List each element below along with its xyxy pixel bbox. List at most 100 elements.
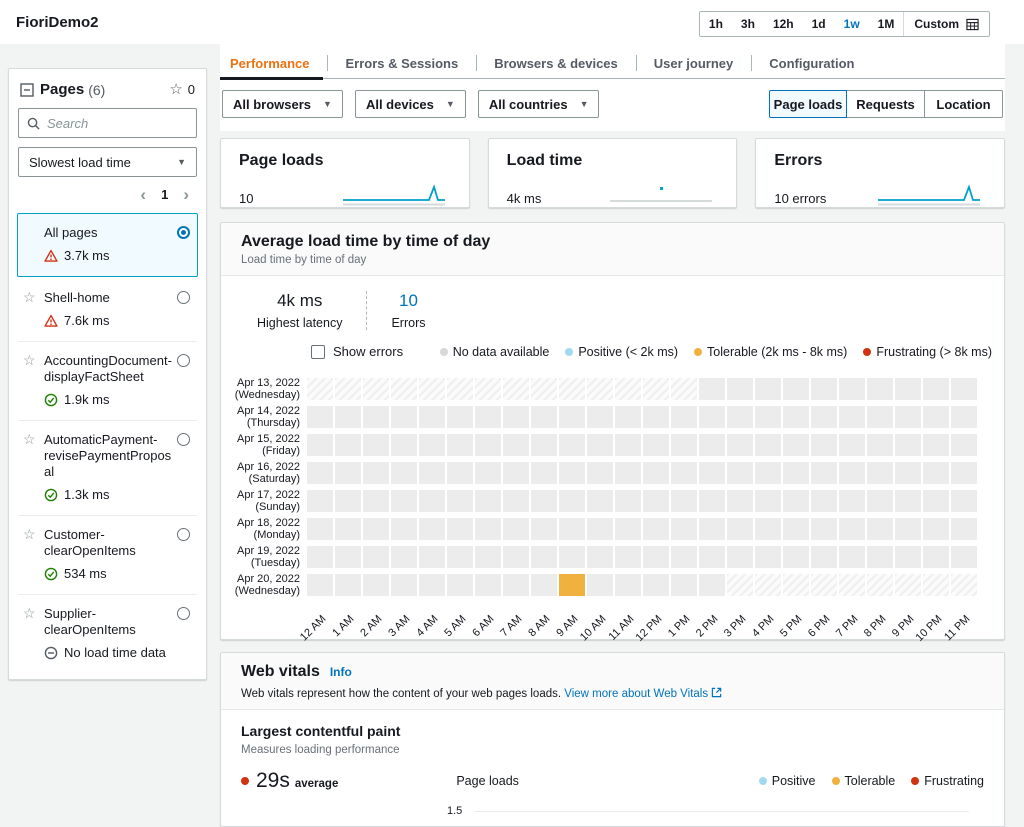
heatmap-cell[interactable] [811,574,837,596]
star-icon[interactable]: ☆ [23,526,36,543]
heatmap-cell[interactable] [755,518,781,540]
page-list-item-customer-clearopenitems[interactable]: ☆Customer-clearOpenItems534 ms [18,515,197,594]
radio-button[interactable] [177,433,190,446]
heatmap-cell[interactable] [755,574,781,596]
heatmap-cell[interactable] [811,434,837,456]
heatmap-cell[interactable] [923,546,949,568]
heatmap-cell[interactable] [867,490,893,512]
heatmap-cell[interactable] [531,462,557,484]
heatmap-cell[interactable] [895,490,921,512]
heatmap-cell[interactable] [475,546,501,568]
heatmap-cell[interactable] [783,490,809,512]
heatmap-cell[interactable] [643,490,669,512]
heatmap-cell[interactable] [895,406,921,428]
heatmap-cell[interactable] [727,574,753,596]
heatmap-cell[interactable] [559,518,585,540]
filter-dropdown-all-devices[interactable]: All devices▼ [355,90,466,118]
heatmap-cell[interactable] [559,406,585,428]
heatmap-cell[interactable] [419,546,445,568]
heatmap-cell[interactable] [559,574,585,596]
heatmap-cell[interactable] [363,490,389,512]
page-list-item-shell-home[interactable]: ☆Shell-home7.6k ms [18,279,197,341]
heatmap-cell[interactable] [475,462,501,484]
heatmap-cell[interactable] [727,490,753,512]
heatmap-cell[interactable] [867,434,893,456]
heatmap-cell[interactable] [895,518,921,540]
heatmap-cell[interactable] [587,518,613,540]
heatmap-cell[interactable] [391,462,417,484]
heatmap-cell[interactable] [307,378,333,400]
time-range-1m[interactable]: 1M [869,12,904,36]
heatmap-cell[interactable] [643,406,669,428]
heatmap-cell[interactable] [951,574,977,596]
heatmap-cell[interactable] [475,434,501,456]
heatmap-cell[interactable] [307,518,333,540]
heatmap-cell[interactable] [587,406,613,428]
heatmap-cell[interactable] [923,378,949,400]
heatmap-cell[interactable] [811,406,837,428]
heatmap-cell[interactable] [503,406,529,428]
heatmap-cell[interactable] [363,546,389,568]
page-list-item-all-pages[interactable]: All pages3.7k ms [17,213,198,277]
heatmap-cell[interactable] [363,462,389,484]
star-icon[interactable]: ☆ [23,605,36,622]
web-vitals-external-link[interactable]: View more about Web Vitals [564,688,708,700]
heatmap-cell[interactable] [615,434,641,456]
heatmap-cell[interactable] [755,406,781,428]
heatmap-cell[interactable] [419,378,445,400]
heatmap-cell[interactable] [783,518,809,540]
heatmap-cell[interactable] [839,462,865,484]
heatmap-cell[interactable] [727,546,753,568]
heatmap-cell[interactable] [671,434,697,456]
page-list-item-accountingdocument-displayfactsheet[interactable]: ☆AccountingDocument-displayFactSheet1.9k… [18,341,197,420]
heatmap-cell[interactable] [699,574,725,596]
heatmap-cell[interactable] [503,546,529,568]
page-list-item-supplier-clearopenitems[interactable]: ☆Supplier-clearOpenItemsNo load time dat… [18,594,197,673]
heatmap-cell[interactable] [531,574,557,596]
time-range-1d[interactable]: 1d [803,12,835,36]
heatmap-cell[interactable] [671,378,697,400]
heatmap-cell[interactable] [951,406,977,428]
heatmap-cell[interactable] [615,378,641,400]
heatmap-cell[interactable] [923,518,949,540]
heatmap-cell[interactable] [755,490,781,512]
heatmap-cell[interactable] [335,518,361,540]
heatmap-cell[interactable] [923,462,949,484]
heatmap-cell[interactable] [335,378,361,400]
heatmap-cell[interactable] [643,546,669,568]
heatmap-cell[interactable] [587,490,613,512]
heatmap-cell[interactable] [615,406,641,428]
heatmap-cell[interactable] [867,406,893,428]
page-list-item-automaticpayment-revisepaymentproposal[interactable]: ☆AutomaticPayment-revisePaymentProposal1… [18,420,197,515]
heatmap-cell[interactable] [447,490,473,512]
time-range-1w[interactable]: 1w [835,12,869,36]
heatmap-cell[interactable] [699,490,725,512]
heatmap-cell[interactable] [615,546,641,568]
filter-dropdown-all-browsers[interactable]: All browsers▼ [222,90,343,118]
heatmap-cell[interactable] [391,406,417,428]
heatmap-cell[interactable] [307,490,333,512]
show-errors-checkbox[interactable] [311,345,325,359]
heatmap-cell[interactable] [615,518,641,540]
previous-page-button[interactable]: ‹ [140,186,146,203]
search-input[interactable] [47,116,188,131]
heatmap-cell[interactable] [811,378,837,400]
heatmap-cell[interactable] [391,490,417,512]
tab-user-journey[interactable]: User journey [636,48,751,78]
heatmap-cell[interactable] [839,378,865,400]
heatmap-cell[interactable] [811,490,837,512]
heatmap-cell[interactable] [391,518,417,540]
view-toggle-location[interactable]: Location [925,90,1003,118]
heatmap-cell[interactable] [923,434,949,456]
time-range-12h[interactable]: 12h [764,12,803,36]
heatmap-cell[interactable] [615,490,641,512]
heatmap-cell[interactable] [951,434,977,456]
heatmap-cell[interactable] [951,518,977,540]
heatmap-cell[interactable] [503,574,529,596]
heatmap-cell[interactable] [447,434,473,456]
heatmap-cell[interactable] [475,574,501,596]
heatmap-cell[interactable] [587,434,613,456]
heatmap-cell[interactable] [643,434,669,456]
heatmap-cell[interactable] [531,434,557,456]
heatmap-cell[interactable] [391,434,417,456]
